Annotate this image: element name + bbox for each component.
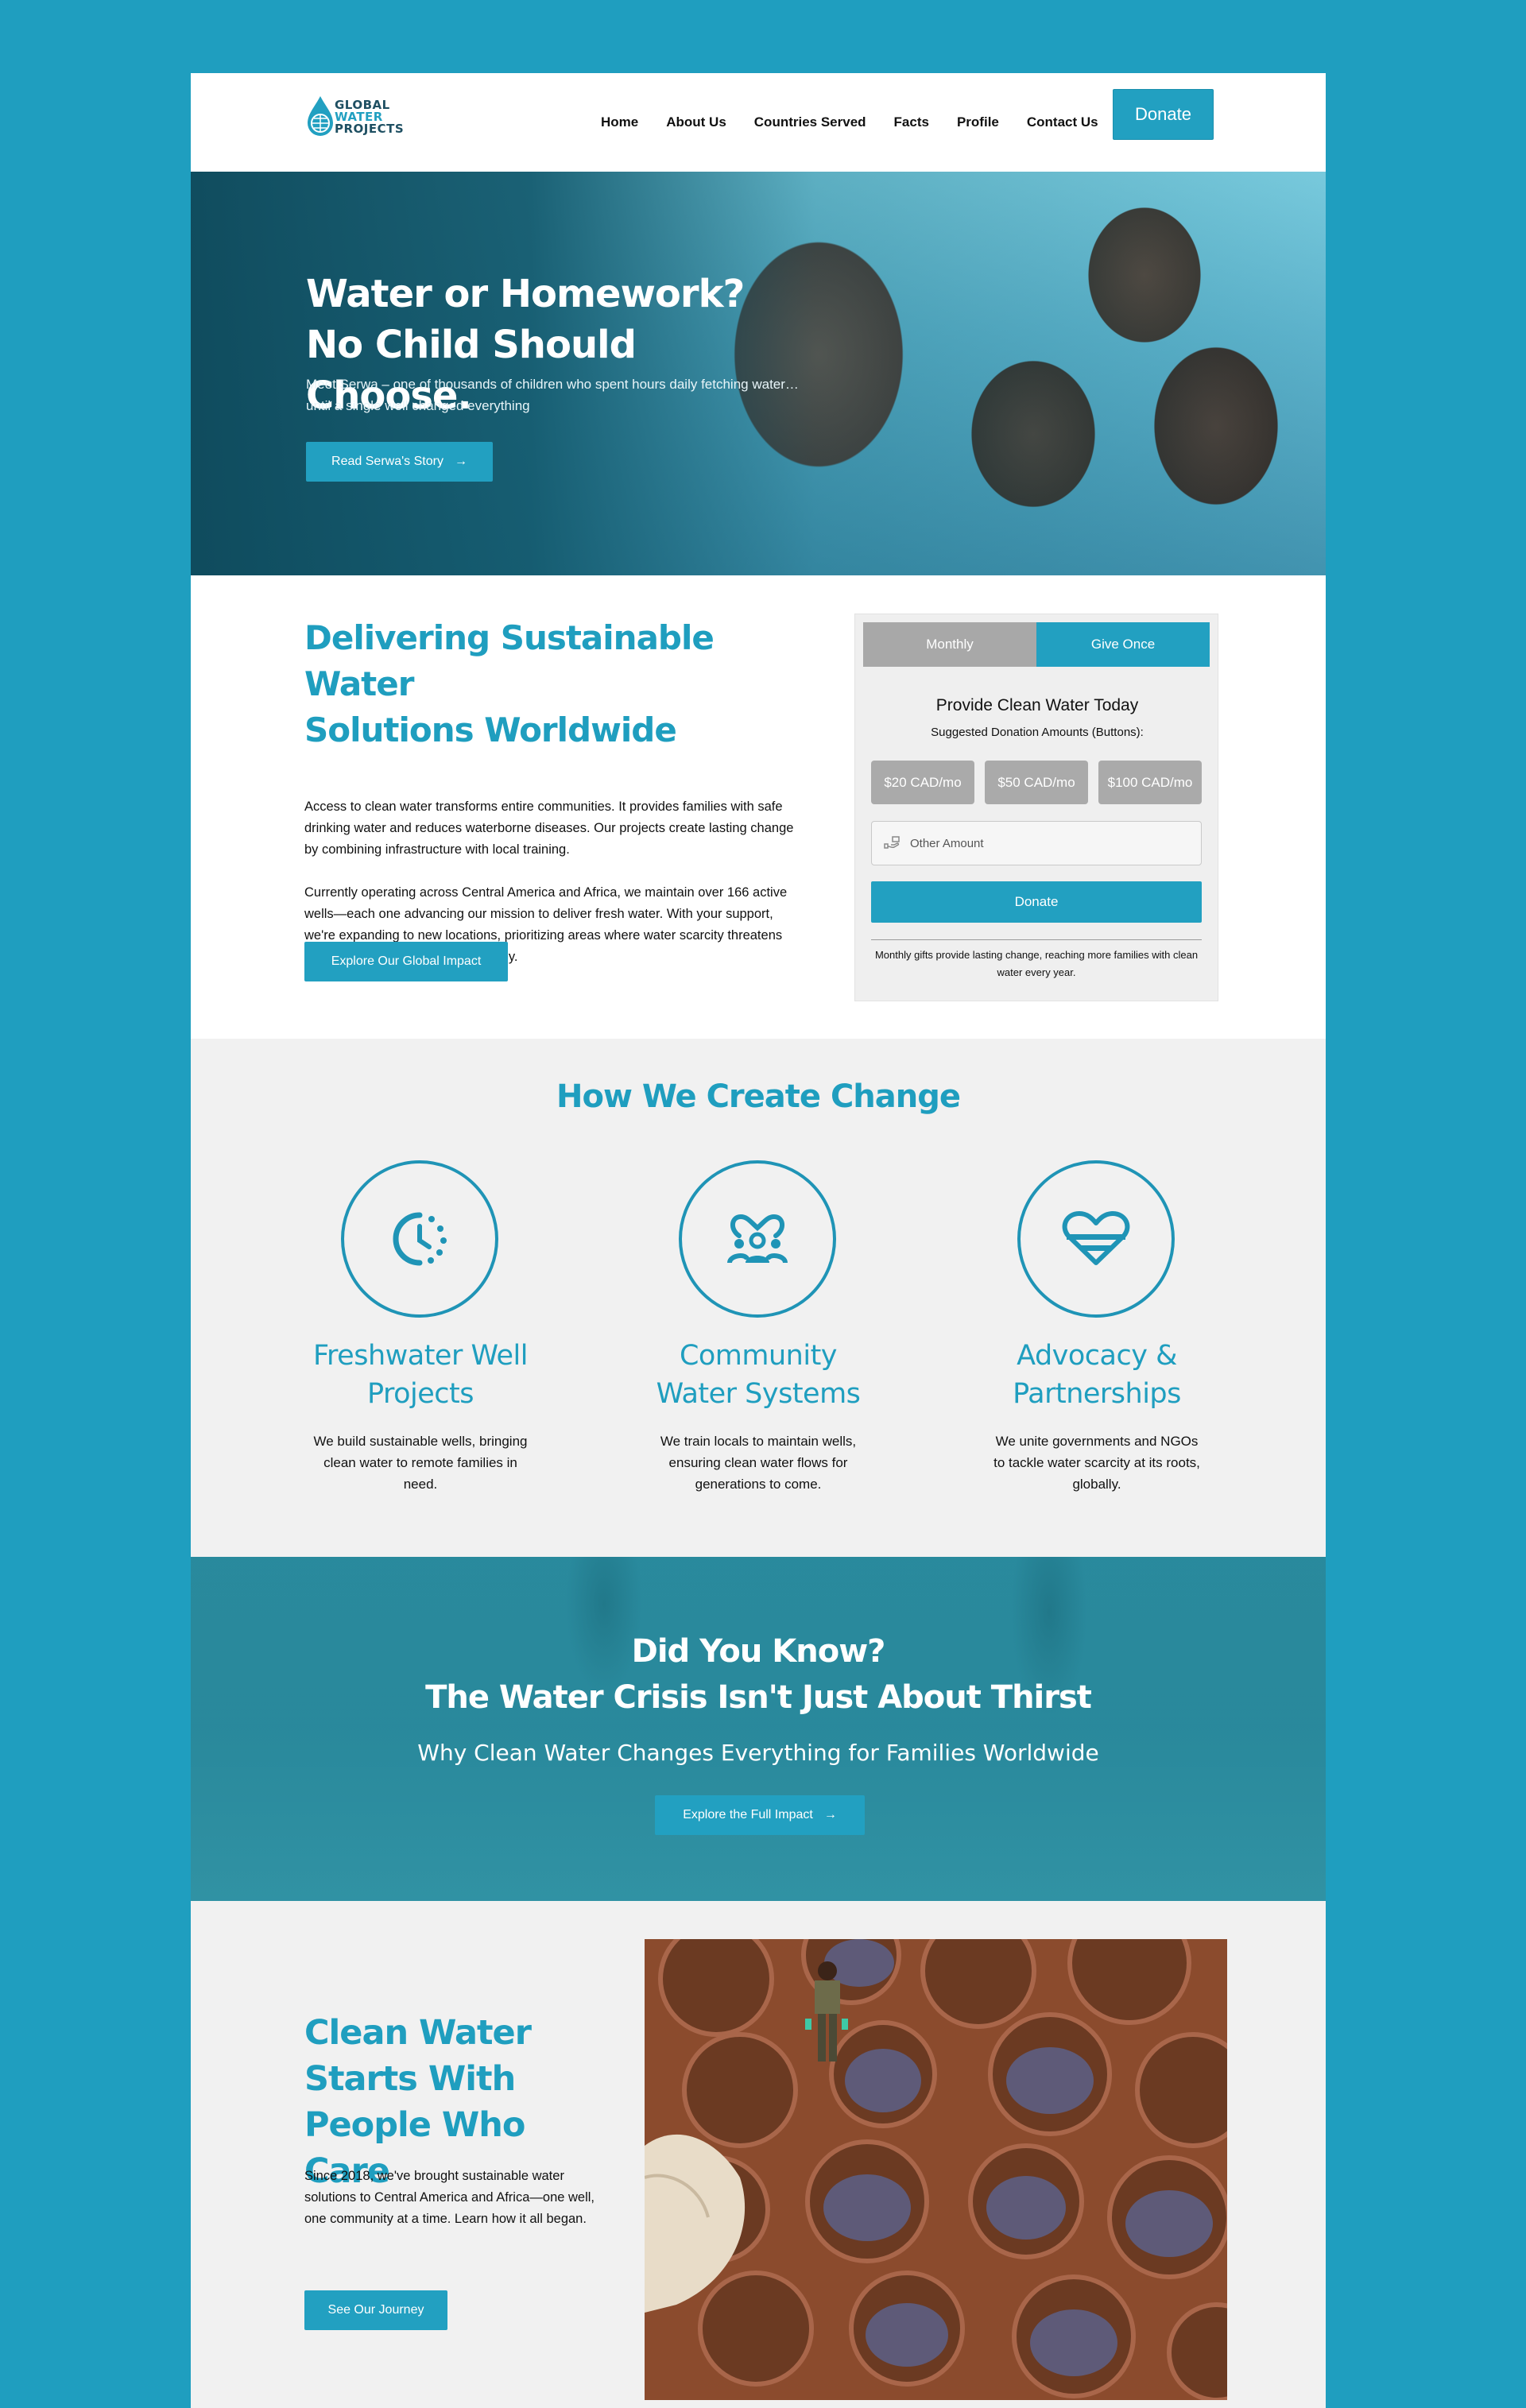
feature-title: Freshwater Well Projects [312,1340,529,1410]
nav-home[interactable]: Home [601,114,638,130]
hero-banner: Water or Homework? No Child Should Choos… [191,172,1326,575]
hand-money-icon [884,836,900,849]
explore-impact-button[interactable]: Explore Our Global Impact [304,942,508,981]
arrow-right-icon: → [454,455,467,468]
donation-note: Monthly gifts provide lasting change, re… [874,949,1199,978]
feature-description: We unite governments and NGOs to tackle … [993,1434,1200,1492]
hero-title-line: Water or Homework? [306,272,745,316]
nav-countries-served[interactable]: Countries Served [754,114,866,130]
read-story-button[interactable]: Read Serwa's Story → [306,442,493,482]
feature-description: We build sustainable wells, bringing cle… [313,1434,528,1492]
donation-subtitle: Suggested Donation Amounts (Buttons): [931,726,1144,739]
about-paragraph: Since 2018, we've brought sustainable wa… [304,2169,595,2226]
main-nav: Home About Us Countries Served Facts Pro… [601,73,1126,172]
explore-full-impact-button[interactable]: Explore the Full Impact → [655,1795,865,1835]
nav-about-us[interactable]: About Us [666,114,726,130]
banner-title: Did You Know? The Water Crisis Isn't Jus… [191,1628,1326,1721]
logo-text: GLOBAL WATER PROJECTS [335,99,404,135]
logo-text-line: PROJECTS [335,122,405,136]
donation-card: Monthly Give Once Provide Clean Water To… [854,614,1218,1001]
button-label: Read Serwa's Story [331,455,443,468]
other-amount-field[interactable] [871,821,1202,865]
about-section: Clean Water Starts With People Who Care … [191,1901,1326,2408]
clock-icon [393,1212,447,1266]
donate-submit-button[interactable]: Donate [871,881,1202,923]
feature-icon-circle [1017,1160,1175,1318]
feature-icon-circle [341,1160,498,1318]
intro-title-line: Solutions Worldwide [304,710,677,749]
amount-button-50[interactable]: $50 CAD/mo [985,761,1088,804]
heart-icon [1062,1211,1130,1265]
tannery-photo [645,1939,1227,2400]
see-journey-button[interactable]: See Our Journey [304,2290,447,2330]
nav-profile[interactable]: Profile [957,114,999,130]
hero-subtitle: Meet Serwa – one of thousands of childre… [306,377,799,413]
tannery-vats-image [645,1939,1227,2400]
did-you-know-banner: Did You Know? The Water Crisis Isn't Jus… [191,1557,1326,1901]
feature-description: We train locals to maintain wells, ensur… [660,1434,857,1492]
amount-button-100[interactable]: $100 CAD/mo [1098,761,1202,804]
divider [871,939,1202,940]
feature-title: Advocacy & Partnerships [1013,1340,1181,1410]
button-label: Explore the Full Impact [683,1808,813,1821]
tab-monthly[interactable]: Monthly [863,622,1036,667]
intro-title: Delivering Sustainable Water Solutions W… [304,615,797,753]
donation-title: Provide Clean Water Today [935,696,1139,714]
water-drop-globe-icon [308,96,333,136]
arrow-right-icon: → [823,1808,837,1821]
site-header: GLOBAL WATER PROJECTS Home About Us Coun… [191,73,1326,172]
about-title-line: Starts With [304,2059,516,2099]
intro-paragraph: Access to clean water transforms entire … [304,799,794,857]
how-we-create-change-section: How We Create Change Freshwater Well Pro… [191,1039,1326,1557]
page: GLOBAL WATER PROJECTS Home About Us Coun… [191,73,1326,2408]
intro-title-line: Delivering Sustainable Water [304,618,715,703]
nav-facts[interactable]: Facts [894,114,929,130]
feature-icon-circle [679,1160,836,1318]
section-title: How We Create Change [556,1078,961,1115]
banner-title-line: The Water Crisis Isn't Just About Thirst [425,1679,1092,1716]
tab-give-once[interactable]: Give Once [1036,622,1210,667]
logo[interactable]: GLOBAL WATER PROJECTS [304,91,416,144]
amount-options: $20 CAD/mo $50 CAD/mo $100 CAD/mo [871,761,1202,804]
banner-subtitle: Why Clean Water Changes Everything for F… [417,1740,1099,1766]
feature-title: Community Water Systems [656,1340,861,1410]
nav-contact-us[interactable]: Contact Us [1027,114,1098,130]
header-donate-button[interactable]: Donate [1113,89,1214,140]
banner-title-line: Did You Know? [631,1633,886,1670]
community-icon [727,1214,788,1264]
other-amount-input[interactable] [910,836,1196,850]
amount-button-20[interactable]: $20 CAD/mo [871,761,974,804]
about-title-line: Clean Water [304,2013,532,2053]
donation-tabs: Monthly Give Once [863,622,1210,667]
